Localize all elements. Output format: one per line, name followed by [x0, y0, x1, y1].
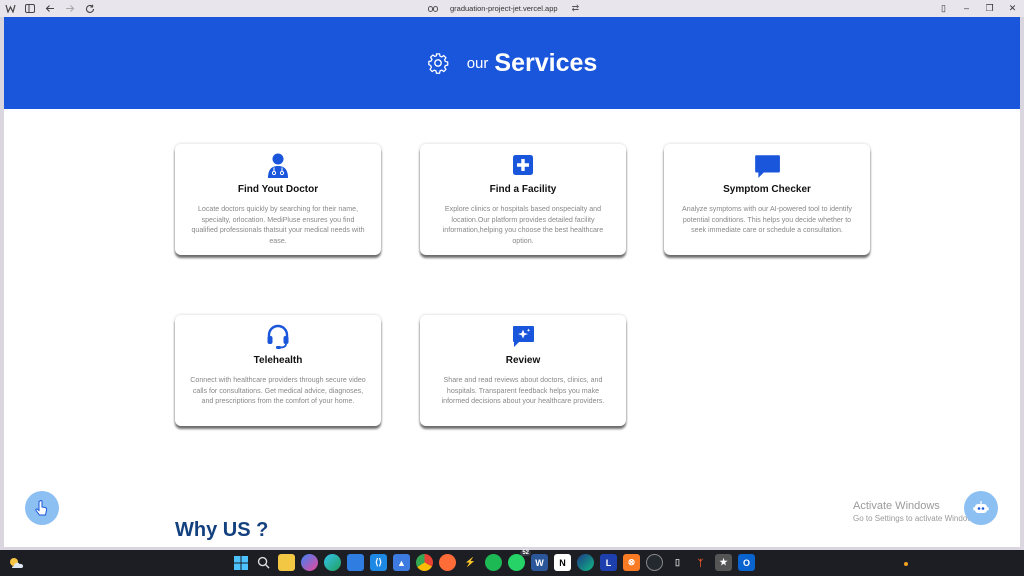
site-info-icon[interactable]: [428, 4, 438, 14]
activate-title: Activate Windows: [853, 500, 940, 512]
xampp-icon[interactable]: ⊗: [623, 554, 640, 571]
outlook-icon[interactable]: O: [738, 554, 755, 571]
reload-icon[interactable]: [80, 0, 100, 17]
chat-bubble-icon: [755, 155, 780, 178]
app-icon[interactable]: ⚡: [462, 554, 479, 571]
notion-icon[interactable]: N: [554, 554, 571, 571]
card-title: Find a Facility: [489, 184, 557, 195]
service-card-telehealth[interactable]: Telehealth Connect with healthcare provi…: [175, 315, 381, 426]
word-icon[interactable]: W: [531, 554, 548, 571]
store-icon[interactable]: [347, 554, 364, 571]
gear-icon: [427, 53, 449, 74]
phone-link-icon[interactable]: ▯: [669, 554, 686, 571]
why-us-heading: Why US ?: [175, 519, 269, 541]
card-description: Analyze symptoms with our AI-powered too…: [682, 205, 852, 235]
chatbot-button[interactable]: [964, 491, 998, 525]
headset-icon: [267, 324, 289, 349]
postman-icon[interactable]: [439, 554, 456, 571]
restore-icon[interactable]: ❐: [978, 0, 1001, 17]
hand-pointer-icon: [35, 500, 48, 516]
activate-subtitle: Go to Settings to activate Windows.: [853, 514, 980, 523]
sidebar-icon[interactable]: [20, 0, 40, 17]
taskbar: ⟨⟩ ▲ ⚡ 52 W N L ⊗ ▯ ᛉ ★ O: [0, 550, 1024, 576]
spotify-icon[interactable]: [485, 554, 502, 571]
doctor-icon: [268, 153, 288, 178]
minimize-icon[interactable]: –: [955, 0, 978, 17]
github-icon[interactable]: [646, 554, 663, 571]
vscode-icon[interactable]: ⟨⟩: [370, 554, 387, 571]
split-view-icon[interactable]: ▯: [932, 0, 955, 17]
edge-dev-icon[interactable]: [577, 554, 594, 571]
address-bar[interactable]: graduation-project-jet.vercel.app ⇄: [428, 2, 579, 15]
app-icon[interactable]: ᛉ: [692, 554, 709, 571]
card-description: Share and read reviews about doctors, cl…: [441, 376, 605, 406]
services-header: our Services: [4, 17, 1020, 109]
l-app-icon[interactable]: L: [600, 554, 617, 571]
copilot-icon[interactable]: [301, 554, 318, 571]
forward-arrow-icon[interactable]: [60, 0, 80, 17]
url-text[interactable]: graduation-project-jet.vercel.app: [450, 4, 558, 13]
windows-start-icon[interactable]: [232, 554, 249, 571]
card-description: Locate doctors quickly by searching for …: [191, 205, 365, 245]
app-menu-icon[interactable]: [0, 0, 20, 17]
robot-icon: [973, 501, 989, 513]
tune-icon[interactable]: ⇄: [572, 3, 580, 14]
file-explorer-icon[interactable]: [278, 554, 295, 571]
card-title: Symptom Checker: [723, 184, 811, 195]
whatsapp-icon[interactable]: 52: [508, 550, 531, 571]
activate-windows-watermark: Activate Windows Go to Settings to activ…: [853, 500, 979, 523]
app-icon[interactable]: ▲: [393, 554, 410, 571]
back-arrow-icon[interactable]: [40, 0, 60, 17]
accessibility-button[interactable]: [25, 491, 59, 525]
service-card-symptom-checker[interactable]: Symptom Checker Analyze symptoms with ou…: [664, 144, 870, 255]
browser-icon[interactable]: ★: [715, 554, 732, 571]
page-title: Services: [494, 48, 598, 77]
card-title: Telehealth: [253, 355, 303, 366]
weather-icon[interactable]: [8, 555, 24, 571]
notification-badge: 52: [520, 550, 531, 556]
card-title: Find Yout Doctor: [237, 184, 319, 195]
close-icon[interactable]: ✕: [1001, 0, 1024, 17]
chrome-icon[interactable]: [416, 554, 433, 571]
card-title: Review: [505, 355, 541, 366]
service-card-review[interactable]: Review Share and read reviews about doct…: [420, 315, 626, 426]
hospital-plus-icon: [513, 155, 533, 175]
page-viewport: our Services Find Yout Doctor Locate doc…: [4, 17, 1020, 547]
card-description: Explore clinics or hospitals based onspe…: [442, 205, 604, 245]
service-card-find-facility[interactable]: Find a Facility Explore clinics or hospi…: [420, 144, 626, 255]
search-icon[interactable]: [255, 554, 272, 571]
review-star-icon: [513, 326, 534, 347]
service-card-find-doctor[interactable]: Find Yout Doctor Locate doctors quickly …: [175, 144, 381, 255]
header-prefix: our: [466, 54, 489, 72]
edge-icon[interactable]: [324, 554, 341, 571]
card-description: Connect with healthcare providers throug…: [190, 376, 366, 406]
browser-toolbar: graduation-project-jet.vercel.app ⇄ ▯ – …: [0, 0, 1024, 17]
notification-dot: [904, 562, 908, 566]
